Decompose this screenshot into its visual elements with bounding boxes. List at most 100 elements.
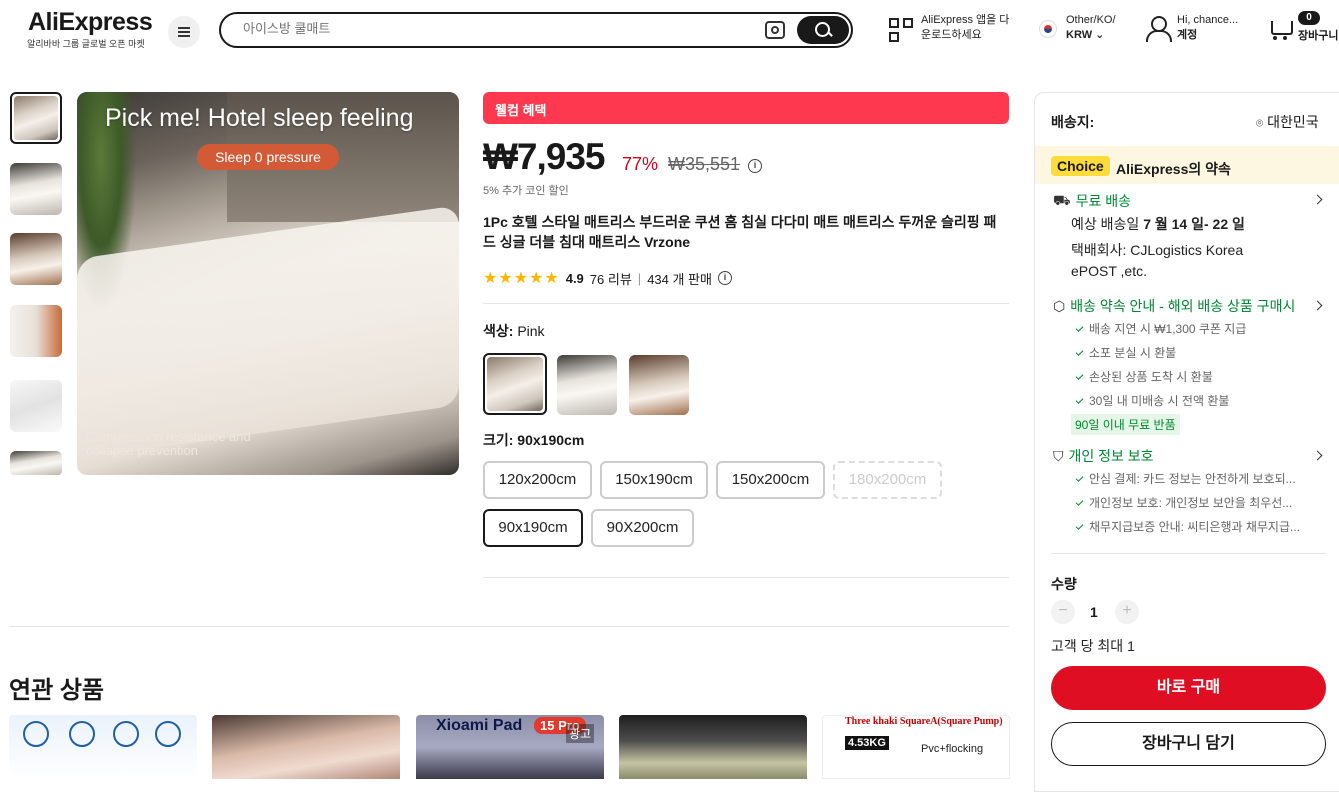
- info-icon[interactable]: i: [748, 159, 762, 173]
- chevron-down-icon: ⌄: [1095, 29, 1105, 41]
- quantity-label: 수량: [1051, 576, 1077, 592]
- image-pill-label: Sleep 0 pressure: [197, 144, 339, 170]
- language-currency-selector[interactable]: Other/KO/ KRW ⌄: [1066, 13, 1116, 43]
- add-to-cart-button[interactable]: 장바구니 담기: [1051, 722, 1326, 766]
- current-price: ₩7,935: [483, 136, 606, 177]
- size-option[interactable]: 90X200cm: [591, 509, 694, 547]
- size-option[interactable]: 150x190cm: [600, 461, 708, 499]
- welcome-benefit-banner[interactable]: 웰컴 혜택: [483, 92, 1009, 124]
- choice-badge: Choice: [1051, 156, 1110, 176]
- size-option-disabled: 180x200cm: [833, 461, 942, 499]
- truck-icon: ⛟: [1053, 191, 1071, 208]
- delivery-estimate: 예상 배송일 7 월 14 일- 22 일: [1071, 216, 1245, 232]
- color-swatch[interactable]: [557, 355, 617, 415]
- gallery-thumbnail[interactable]: [10, 305, 62, 357]
- privacy-row[interactable]: ⛉ 개인 정보 보호: [1053, 446, 1154, 466]
- divider: [483, 577, 1009, 578]
- cart-count-badge: 0: [1298, 11, 1320, 25]
- related-card-title: Three khaki SquareA(Square Pump): [845, 716, 1003, 727]
- related-product-card[interactable]: Xioami Pad 15 Pro 광고: [416, 715, 604, 779]
- color-swatch[interactable]: [483, 353, 547, 415]
- shipping-destination[interactable]: ⌾ 대한민국: [1256, 112, 1319, 132]
- top-header: AliExpress 알리바바 그룹 글로벌 오픈 마켓 AliExpress …: [0, 0, 1339, 62]
- courier-line2: ePOST ,etc.: [1071, 263, 1147, 279]
- related-product-card[interactable]: Three khaki SquareA(Square Pump) 4.53KG …: [822, 715, 1010, 779]
- search-input[interactable]: [243, 21, 743, 36]
- korea-flag-icon: [1039, 20, 1057, 38]
- aliexpress-logo[interactable]: AliExpress: [28, 8, 153, 37]
- camera-icon[interactable]: [765, 21, 785, 39]
- delivery-promise-row[interactable]: ⬡ 배송 약속 안내 - 해외 배송 상품 구매시: [1053, 296, 1295, 316]
- sold-count: 434 개 판매: [647, 271, 712, 287]
- related-product-card[interactable]: [212, 715, 400, 779]
- max-per-customer: 고객 당 최대 1: [1051, 638, 1135, 654]
- size-option-selected[interactable]: 90x190cm: [483, 509, 583, 547]
- gallery-thumbnail[interactable]: [10, 451, 62, 475]
- account-link[interactable]: Hi, chance... 계정: [1177, 13, 1238, 43]
- gallery-thumbnail[interactable]: [10, 380, 62, 432]
- image-headline: Pick me! Hotel sleep feeling: [105, 104, 414, 132]
- color-swatch[interactable]: [629, 355, 689, 415]
- promise-item: 30일 내 미배송 시 전액 환불: [1076, 392, 1229, 409]
- courier-info: 택배회사: CJLogistics Korea ePOST ,etc.: [1071, 240, 1321, 282]
- free-shipping-row[interactable]: ⛟ 무료 배송: [1053, 191, 1131, 211]
- original-price: ₩35,551: [668, 154, 741, 174]
- choice-promise-text: AliExpress의 약속: [1116, 161, 1231, 177]
- buy-now-button[interactable]: 바로 구매: [1051, 666, 1326, 710]
- divider: [483, 303, 1009, 304]
- app-download-link[interactable]: AliExpress 앱을 다 운로드하세요: [921, 13, 1021, 43]
- app-download-line1: AliExpress 앱을 다: [921, 14, 1010, 26]
- shipping-label: 배송지:: [1051, 114, 1095, 130]
- logo-subtitle: 알리바바 그룹 글로벌 오픈 마켓: [27, 39, 145, 49]
- location-pin-icon: ⌾: [1256, 116, 1264, 130]
- separator: |: [637, 270, 642, 286]
- main-product-image[interactable]: Pick me! Hotel sleep feeling Sleep 0 pre…: [77, 92, 459, 475]
- privacy-title: 개인 정보 보호: [1068, 448, 1154, 464]
- delivery-promise-title: 배송 약속 안내 - 해외 배송 상품 구매시: [1070, 298, 1296, 314]
- size-option[interactable]: 150x200cm: [716, 461, 825, 499]
- hamburger-icon: [178, 31, 190, 33]
- app-download-line2: 운로드하세요: [921, 29, 982, 41]
- cart-label[interactable]: 장바구니: [1298, 27, 1338, 43]
- qr-code-icon[interactable]: [889, 18, 913, 42]
- related-products-heading: 연관 상품: [9, 677, 104, 704]
- cart-icon[interactable]: [1267, 18, 1293, 40]
- size-option[interactable]: 120x200cm: [483, 461, 592, 499]
- discount-percent: 77%: [622, 154, 659, 174]
- user-greeting: Hi, chance...: [1177, 14, 1239, 26]
- related-product-card[interactable]: [619, 715, 807, 779]
- shield-box-icon: ⬡: [1053, 297, 1066, 314]
- related-card-material: Pvc+flocking: [921, 743, 984, 755]
- image-caption: Compression resistance and collapse prev…: [86, 429, 251, 458]
- privacy-item: 개인정보 보호: 개인정보 보안을 최우선...: [1076, 494, 1292, 511]
- related-card-title: Xioami Pad: [436, 717, 523, 734]
- menu-button[interactable]: [168, 16, 200, 48]
- divider: [9, 626, 1009, 627]
- related-product-card[interactable]: [9, 715, 197, 779]
- review-count[interactable]: 76 리뷰: [590, 269, 632, 288]
- search-bar: [219, 12, 853, 48]
- size-label: 크기: 90x190cm: [483, 432, 585, 448]
- color-label: 색상: Pink: [483, 323, 545, 339]
- search-button[interactable]: [797, 16, 849, 44]
- quantity-decrease-button[interactable]: −: [1051, 600, 1075, 624]
- quantity-increase-button[interactable]: +: [1115, 600, 1139, 624]
- star-rating-icon: ★★★★★: [483, 270, 560, 287]
- ad-label: 광고: [566, 724, 595, 743]
- promise-item: 소포 분실 시 환불: [1076, 344, 1176, 361]
- promise-item: 손상된 상품 도착 시 환불: [1076, 368, 1213, 385]
- courier-line1: 택배회사: CJLogistics Korea: [1071, 242, 1244, 258]
- gallery-thumbnail[interactable]: [10, 233, 62, 285]
- user-icon[interactable]: [1146, 16, 1172, 42]
- quantity-value[interactable]: 1: [1090, 604, 1098, 620]
- related-card-weight: 4.53KG: [845, 736, 889, 750]
- rating-row: ★★★★★ 4.9 76 리뷰 | 434 개 판매 i: [483, 268, 732, 288]
- product-title: 1Pc 호텔 스타일 매트리스 부드러운 쿠션 홈 침실 다다미 매트 매트리스…: [483, 214, 997, 250]
- gallery-thumbnail[interactable]: [10, 163, 62, 215]
- currency-label: KRW: [1066, 29, 1093, 41]
- destination-country: 대한민국: [1267, 114, 1319, 130]
- info-icon[interactable]: i: [717, 271, 732, 285]
- language-label: Other/KO/: [1066, 14, 1116, 26]
- gallery-thumbnail[interactable]: [10, 92, 62, 144]
- coin-discount: 5% 추가 코인 할인: [483, 185, 569, 197]
